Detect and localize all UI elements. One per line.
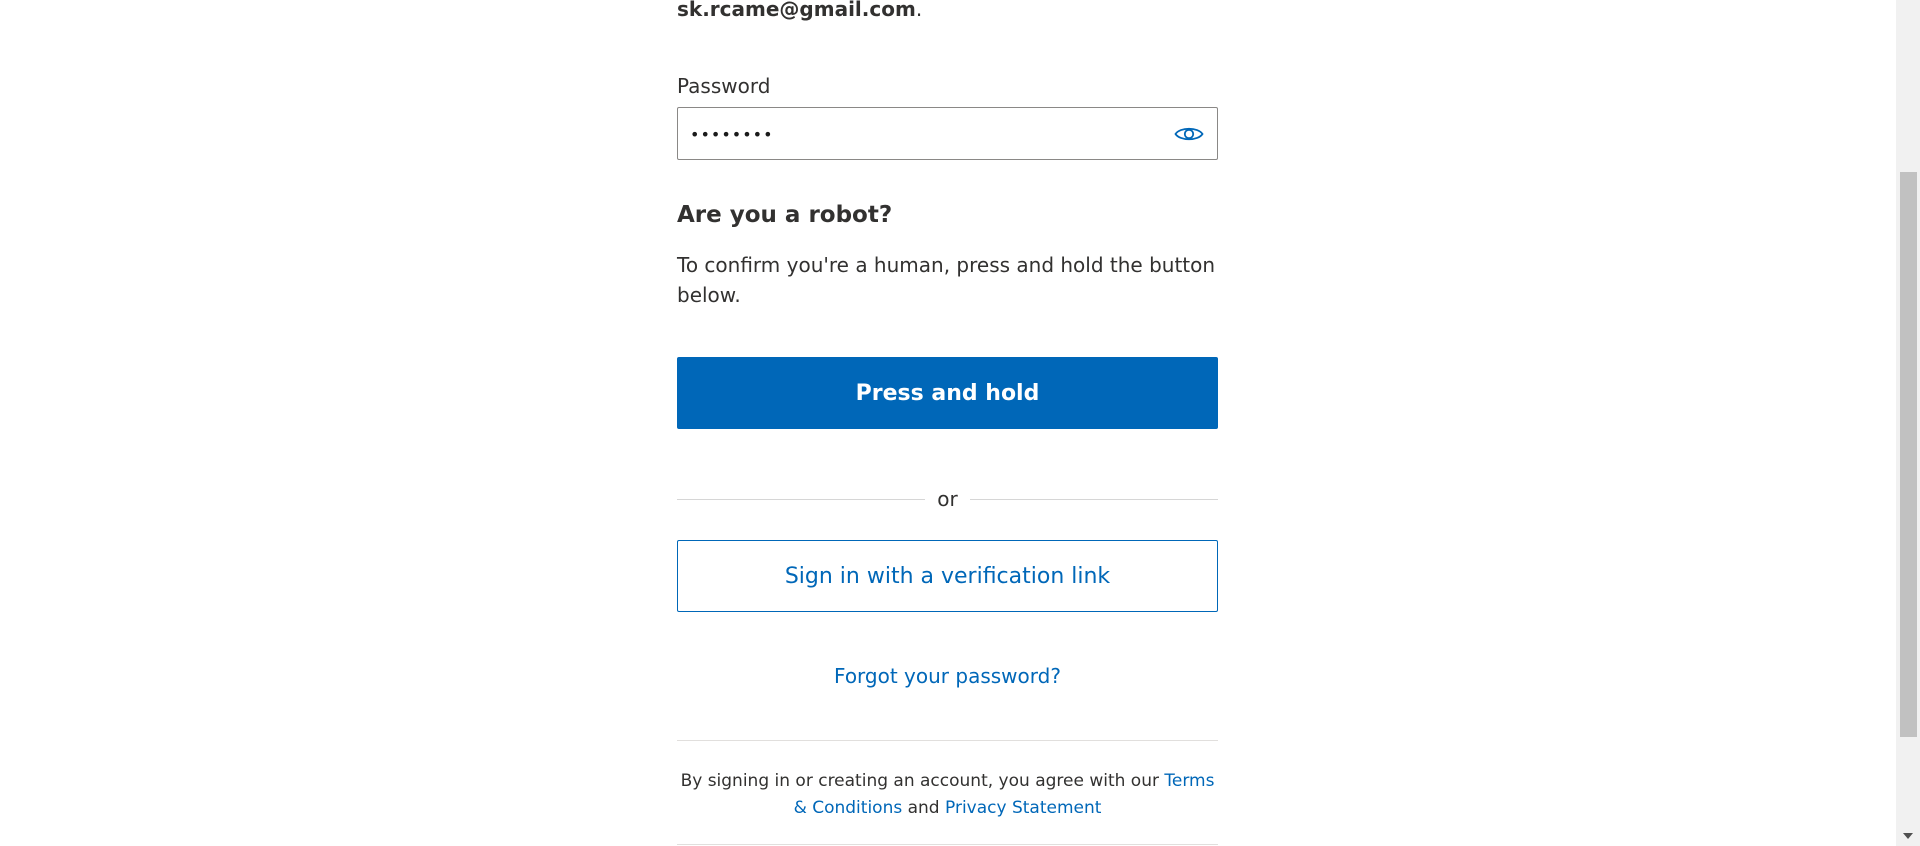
robot-check-heading: Are you a robot? [677,202,893,228]
password-label: Password [677,74,771,98]
sign-in-page: sk.rcame@gmail.com. Password Are you a r… [0,0,1920,846]
account-email: sk.rcame@gmail.com [677,0,916,21]
vertical-scrollbar[interactable] [1896,0,1920,846]
verification-link-button[interactable]: Sign in with a verification link [677,540,1218,612]
account-email-line: sk.rcame@gmail.com. [677,0,922,22]
terms-prefix: By signing in or creating an account, yo… [680,771,1165,791]
forgot-password-link[interactable]: Forgot your password? [677,662,1218,690]
account-email-suffix: . [915,0,923,21]
scroll-down-arrow-icon[interactable] [1896,828,1920,844]
eye-icon[interactable] [1173,120,1205,148]
footer-divider [677,844,1218,845]
password-field[interactable] [677,107,1218,160]
terms-notice: By signing in or creating an account, yo… [677,768,1218,822]
section-divider [677,740,1218,741]
password-input[interactable] [690,118,1150,150]
scrollbar-thumb[interactable] [1900,172,1917,737]
or-divider: or [677,485,1218,515]
terms-conjunction: and [902,798,945,818]
privacy-link[interactable]: Privacy Statement [945,798,1101,818]
press-and-hold-button[interactable]: Press and hold [677,357,1218,429]
divider-line-right [970,499,1218,500]
robot-check-instructions: To confirm you're a human, press and hol… [677,253,1216,307]
